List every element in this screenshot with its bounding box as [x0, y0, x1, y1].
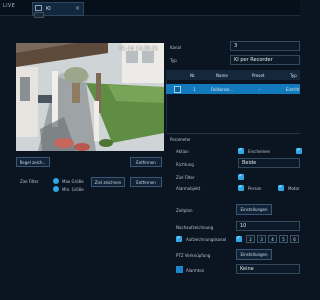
record-channel-1[interactable] [236, 235, 242, 242]
direction-value: Beide [242, 160, 257, 166]
action-value: Erscheinen [248, 149, 271, 154]
camera-image [16, 43, 164, 151]
video-timestamp: 01-16 13:20:21 [119, 46, 158, 52]
direction-label: Richtung [176, 162, 194, 167]
radio-max-size[interactable] [53, 178, 59, 184]
target-filter-label-right: Ziel Filter [176, 175, 195, 180]
target-filter-checkbox[interactable] [238, 173, 244, 180]
tab-ki-label: KI [46, 6, 51, 12]
alarm-out-select[interactable]: Keine [236, 264, 300, 274]
close-icon[interactable]: × [75, 5, 80, 12]
alarm-out-checkbox[interactable] [176, 266, 183, 273]
draw-target-button[interactable]: Ziel zeichnen [91, 177, 125, 187]
ptz-settings-button[interactable]: Einstellungen [236, 249, 272, 260]
alarm-vehicle-checkbox[interactable] [278, 184, 284, 191]
schedule-settings-button[interactable]: Einstellungen [236, 204, 272, 215]
record-channel-5[interactable]: 5 [279, 235, 288, 243]
channel-label: Kanal [170, 45, 182, 50]
live-label[interactable]: LIVE [3, 3, 15, 9]
draw-rule-button[interactable]: Regel zeich... [16, 157, 50, 167]
col-name: Name [216, 73, 228, 78]
alarm-person-label: Person [248, 186, 262, 191]
row-name: Fallkonze... [211, 87, 234, 92]
alarm-out-label: Alarmton [186, 268, 205, 273]
target-filter-label: Ziel Filter [20, 179, 39, 184]
nav-chip[interactable] [34, 12, 44, 18]
row-checkbox[interactable] [174, 85, 181, 93]
radio-max-label: Max Größe [62, 179, 84, 184]
postrecord-label: Nachaufzeichnung [176, 225, 214, 230]
record-channel-2[interactable]: 2 [246, 235, 255, 243]
channel-value: 3 [234, 43, 238, 49]
video-preview[interactable]: 01-16 13:20:21 [16, 43, 164, 151]
record-channel-checkbox[interactable] [176, 235, 182, 242]
col-nr: Nr. [190, 73, 196, 78]
delete-target-button[interactable]: Entfernen [130, 177, 162, 187]
delete-rule-button[interactable]: Entfernen [130, 157, 162, 167]
schedule-label: Zeitplan [176, 208, 193, 213]
record-channel-4[interactable]: 4 [268, 235, 277, 243]
alarm-vehicle-label: Motor [288, 186, 300, 191]
ptz-label: PTZ Verknüpfung [176, 253, 211, 258]
table-row[interactable]: 1 Fallkonze... -- Eintritt [166, 84, 300, 94]
parameters-title: Parameter [170, 137, 191, 142]
row-type: Eintritt [286, 87, 300, 92]
monitor-icon [35, 5, 42, 11]
postrecord-select[interactable]: 10 [236, 221, 300, 231]
col-preset: Preset [252, 73, 265, 78]
action-checkbox-2[interactable] [296, 147, 302, 154]
direction-select[interactable]: Beide [238, 158, 300, 168]
row-nr: 1 [193, 87, 196, 92]
alarm-out-value: Keine [240, 266, 254, 272]
type-label: Typ [170, 58, 177, 63]
radio-min-label: Min. Größe [62, 187, 84, 192]
type-select[interactable]: KI per Recorder [230, 55, 300, 65]
action-checkbox[interactable] [238, 147, 244, 154]
record-channel-6[interactable]: 6 [290, 235, 299, 243]
top-bar: LIVE KI × [0, 0, 300, 16]
record-channel-label: Aufzeichnungskanal [186, 237, 227, 242]
channel-select[interactable]: 3 [230, 41, 300, 51]
postrecord-value: 10 [240, 223, 247, 229]
alarm-object-label: Alarmobjekt [176, 186, 201, 191]
divider [166, 133, 300, 134]
rules-table-header: Nr. Name Preset Typ [166, 70, 300, 80]
alarm-person-checkbox[interactable] [238, 184, 244, 191]
action-label: Aktion [176, 149, 189, 154]
radio-min-size[interactable] [53, 186, 59, 192]
col-type: Typ [290, 73, 297, 78]
row-preset: -- [258, 87, 261, 92]
type-value: KI per Recorder [234, 57, 273, 63]
record-channel-3[interactable]: 3 [257, 235, 266, 243]
